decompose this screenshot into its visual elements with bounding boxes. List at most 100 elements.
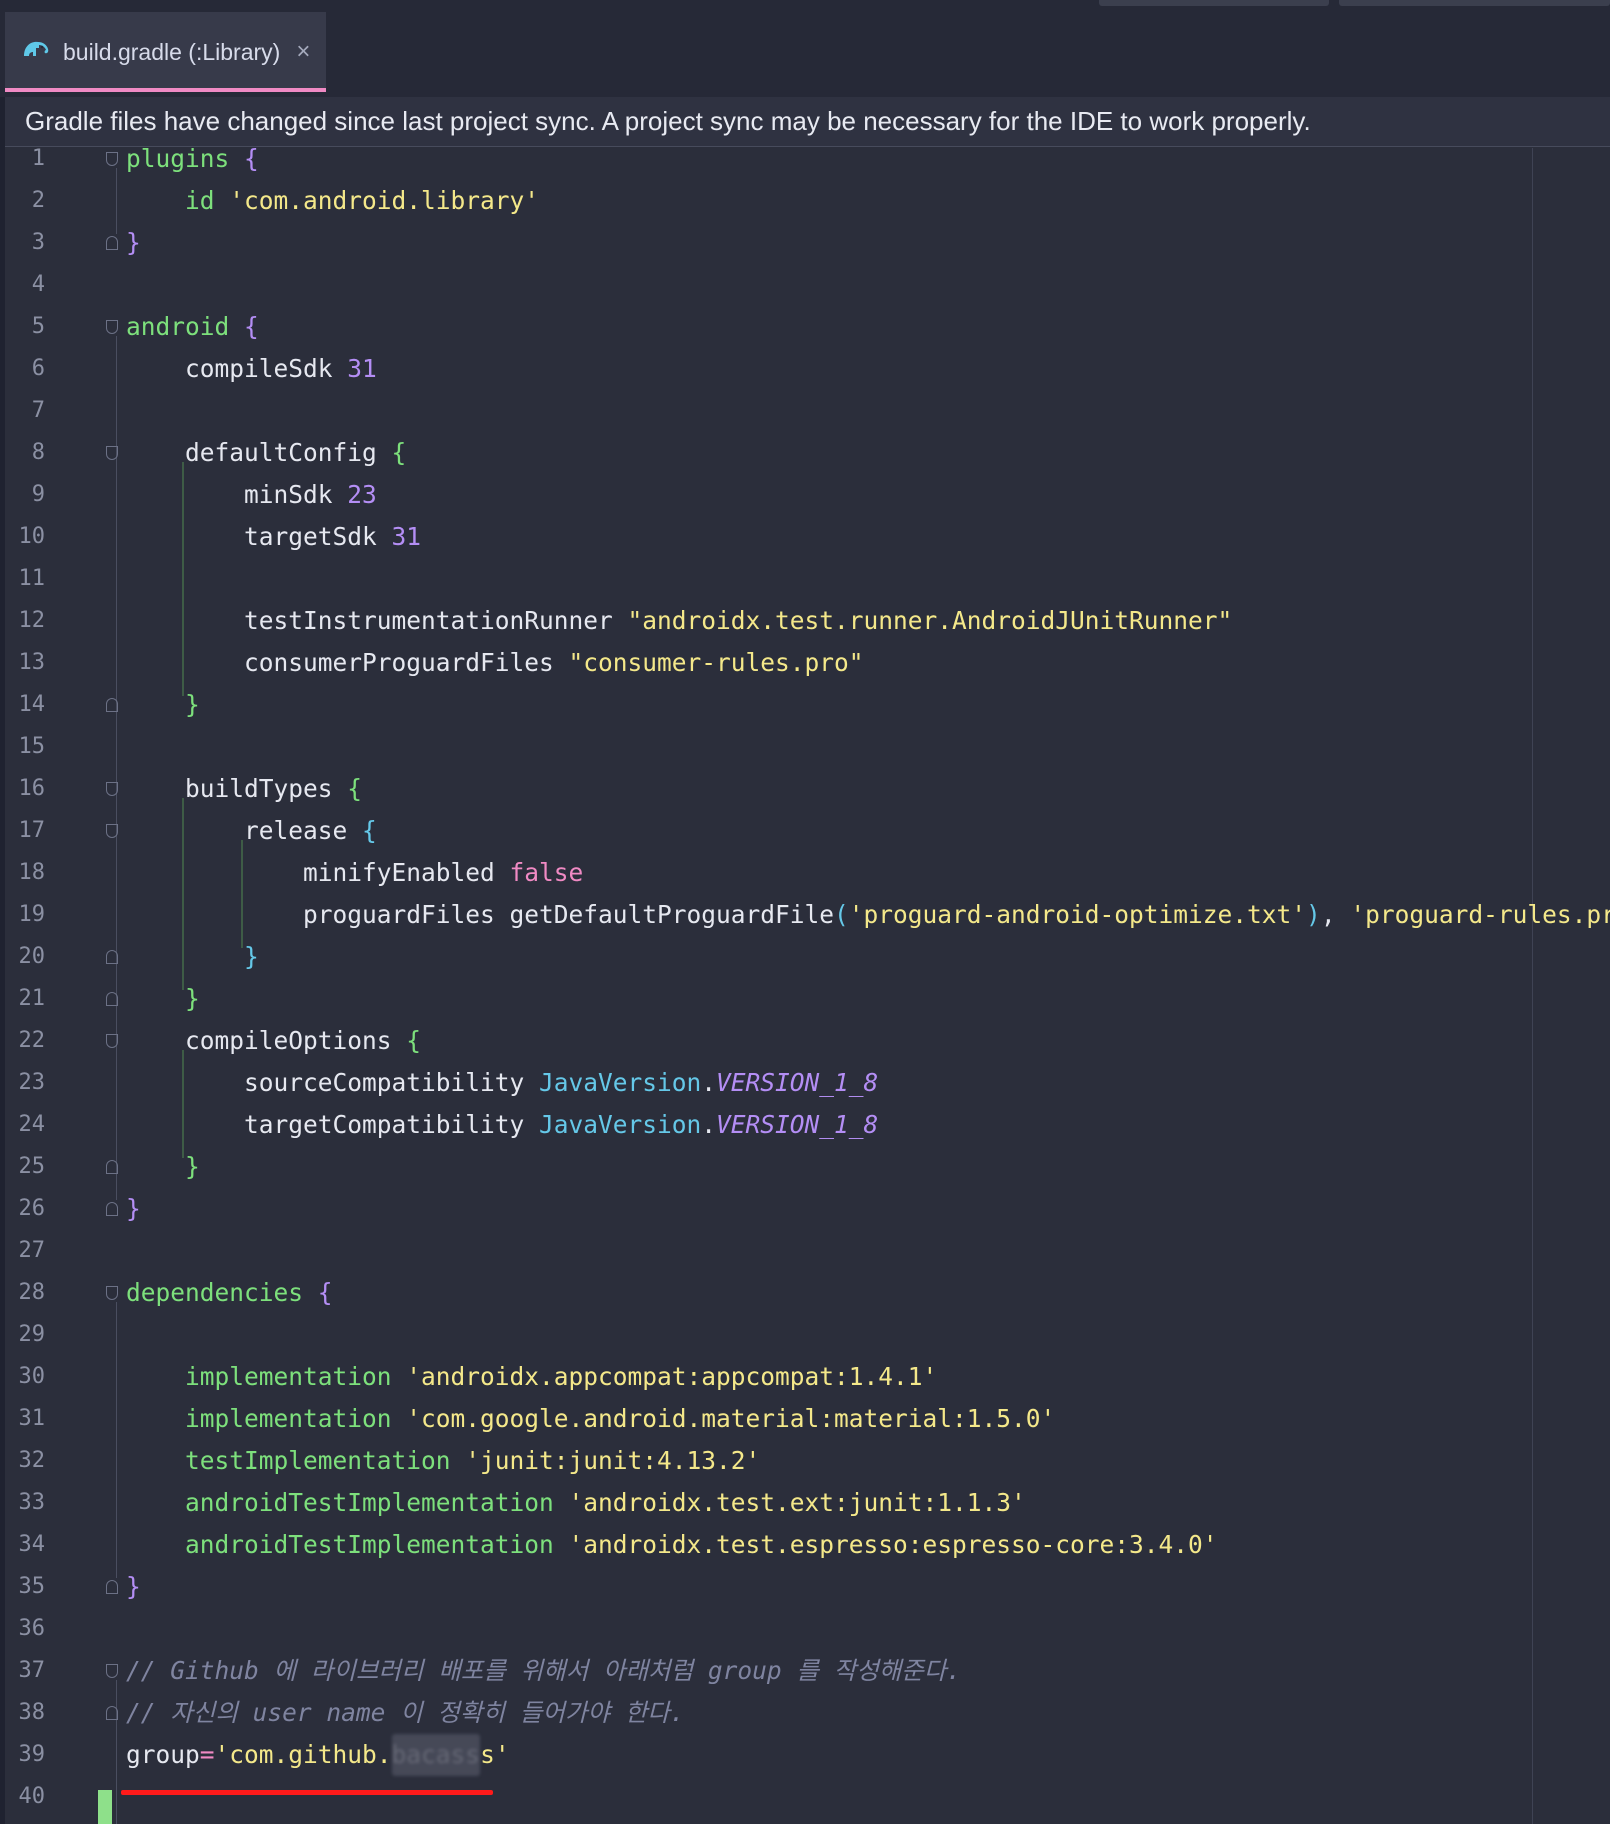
fold-collapse-icon[interactable] (106, 1706, 118, 1720)
code-line[interactable]: 2 id 'com.android.library' (5, 180, 1605, 222)
fold-collapse-icon[interactable] (106, 1202, 118, 1216)
code-line[interactable]: 40 (5, 1776, 1605, 1818)
code-token: compileSdk (126, 354, 348, 383)
code-line[interactable]: 15 (5, 726, 1605, 768)
code-text: compileOptions { (126, 1020, 421, 1062)
code-line[interactable]: 34 androidTestImplementation 'androidx.t… (5, 1524, 1605, 1566)
code-token: { (391, 438, 407, 467)
code-line[interactable]: 10 targetSdk 31 (5, 516, 1605, 558)
line-number: 18 (18, 860, 46, 885)
fold-expand-icon[interactable] (106, 1034, 118, 1048)
code-line[interactable]: 29 (5, 1314, 1605, 1356)
code-line[interactable]: 11 (5, 558, 1605, 600)
code-token: { (244, 312, 259, 341)
line-number: 8 (31, 440, 45, 465)
code-line[interactable]: 33 androidTestImplementation 'androidx.t… (5, 1482, 1605, 1524)
fold-expand-icon[interactable] (106, 152, 118, 166)
code-line[interactable]: 24 targetCompatibility JavaVersion.VERSI… (5, 1104, 1605, 1146)
code-token: } (185, 984, 200, 1013)
fold-expand-icon[interactable] (106, 446, 118, 460)
code-line[interactable]: 5 android { (5, 306, 1605, 348)
tab-bar-overflow-indicator (1099, 0, 1329, 6)
code-token: 'com.github. (214, 1740, 392, 1769)
code-line[interactable]: 36 (5, 1608, 1605, 1650)
code-token: } (185, 1152, 200, 1181)
code-line[interactable]: 13 consumerProguardFiles "consumer-rules… (5, 642, 1605, 684)
code-line[interactable]: 7 (5, 390, 1605, 432)
code-line[interactable]: 17 release { (5, 810, 1605, 852)
code-line[interactable]: 14 } (5, 684, 1605, 726)
code-token: compileOptions (126, 1026, 407, 1055)
code-line[interactable]: 16 buildTypes { (5, 768, 1605, 810)
code-line[interactable]: 35} (5, 1566, 1605, 1608)
code-line[interactable]: 1 plugins { (5, 138, 1605, 180)
code-line[interactable]: 25 } (5, 1146, 1605, 1188)
fold-collapse-icon[interactable] (106, 992, 118, 1006)
line-number: 39 (18, 1742, 46, 1767)
code-token: androidTestImplementation (185, 1488, 554, 1517)
code-token: 'androidx.appcompat:appcompat:1.4.1' (406, 1362, 938, 1391)
fold-expand-icon[interactable] (106, 1664, 118, 1678)
line-number: 12 (18, 608, 46, 633)
line-number: 5 (31, 314, 45, 339)
line-number: 16 (18, 776, 46, 801)
code-token: implementation (185, 1404, 392, 1433)
code-line[interactable]: 27 (5, 1230, 1605, 1272)
code-line[interactable]: 6 compileSdk 31 (5, 348, 1605, 390)
line-number: 24 (18, 1112, 46, 1137)
code-line[interactable]: 21 } (5, 978, 1605, 1020)
fold-expand-icon[interactable] (106, 782, 118, 796)
fold-collapse-icon[interactable] (106, 1160, 118, 1174)
code-token: 'androidx.test.espresso:espresso-core:3.… (568, 1530, 1218, 1559)
code-line[interactable]: 28 dependencies { (5, 1272, 1605, 1314)
code-token: = (199, 1740, 215, 1769)
code-token: JavaVersion (539, 1110, 702, 1139)
code-token: { (362, 816, 377, 845)
code-token: { (244, 144, 259, 173)
code-line[interactable]: 31 implementation 'com.google.android.ma… (5, 1398, 1605, 1440)
fold-expand-icon[interactable] (106, 320, 118, 334)
fold-collapse-icon[interactable] (106, 236, 118, 250)
code-line[interactable]: 9 minSdk 23 (5, 474, 1605, 516)
code-line[interactable]: 18 minifyEnabled false (5, 852, 1605, 894)
code-text: compileSdk 31 (126, 348, 377, 390)
code-line[interactable]: 20 } (5, 936, 1605, 978)
code-line[interactable]: 38 // 자신의 user name 이 정확히 들어가야 한다. (5, 1692, 1605, 1734)
code-token: testImplementation (185, 1446, 451, 1475)
tab-build-gradle-library[interactable]: build.gradle (:Library) × (5, 12, 326, 92)
active-tab-underline (5, 88, 326, 92)
code-line[interactable]: 3} (5, 222, 1605, 264)
code-token: VERSION_1_8 (716, 1110, 879, 1139)
line-number: 29 (18, 1322, 46, 1347)
fold-expand-icon[interactable] (106, 824, 118, 838)
code-line[interactable]: 37 // Github 에 라이브러리 배포를 위해서 아래처럼 group 를… (5, 1650, 1605, 1692)
close-tab-icon[interactable]: × (296, 38, 310, 66)
line-number: 22 (18, 1028, 46, 1053)
code-line[interactable]: 23 sourceCompatibility JavaVersion.VERSI… (5, 1062, 1605, 1104)
code-line[interactable]: 4 (5, 264, 1605, 306)
code-line[interactable]: 22 compileOptions { (5, 1020, 1605, 1062)
code-line[interactable]: 32 testImplementation 'junit:junit:4.13.… (5, 1440, 1605, 1482)
code-text: dependencies { (126, 1272, 333, 1314)
code-line[interactable]: 8 defaultConfig { (5, 432, 1605, 474)
code-token: "consumer-rules.pro" (568, 648, 864, 677)
fold-collapse-icon[interactable] (106, 1580, 118, 1594)
code-line[interactable]: 26} (5, 1188, 1605, 1230)
fold-collapse-icon[interactable] (106, 950, 118, 964)
code-text: } (126, 1566, 141, 1608)
fold-expand-icon[interactable] (106, 1286, 118, 1300)
code-line[interactable]: 39 group='com.github.bacasss' (5, 1734, 1605, 1776)
code-line[interactable]: 19 proguardFiles getDefaultProguardFile(… (5, 894, 1610, 936)
code-editor[interactable]: 1 plugins {2 id 'com.android.library' 3} 4 5… (5, 144, 1610, 1824)
fold-collapse-icon[interactable] (106, 698, 118, 712)
code-line[interactable]: 30 implementation 'androidx.appcompat:ap… (5, 1356, 1605, 1398)
code-token: minifyEnabled (126, 858, 510, 887)
code-token: consumerProguardFiles (126, 648, 569, 677)
code-text: release { (126, 810, 377, 852)
code-line[interactable]: 12 testInstrumentationRunner "androidx.t… (5, 600, 1605, 642)
